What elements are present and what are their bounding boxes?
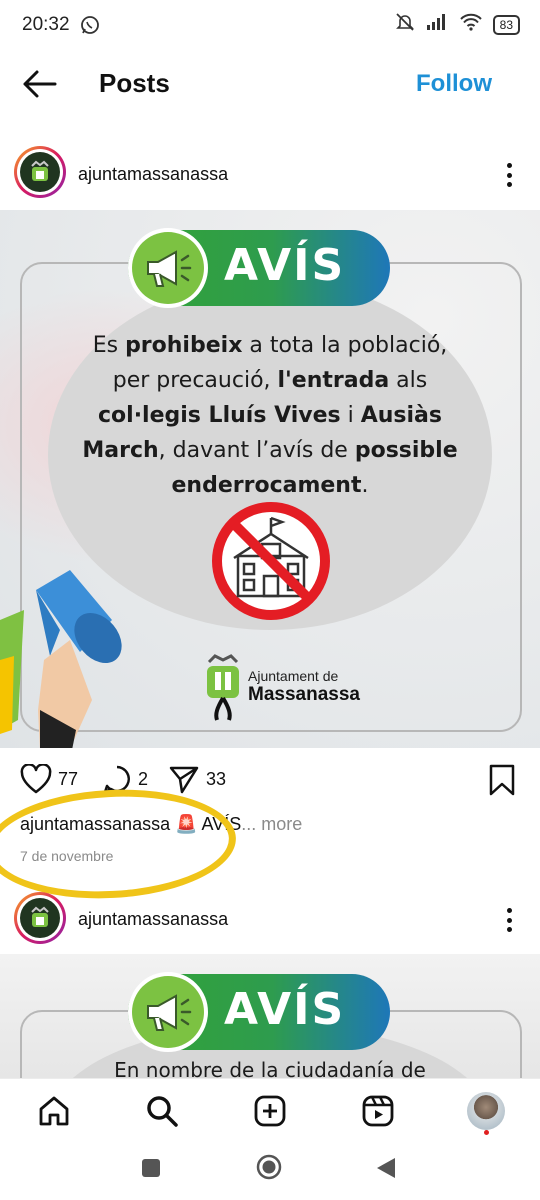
share-icon: [169, 766, 199, 794]
like-count: 77: [58, 768, 79, 789]
highlight-circle-annotation: [0, 783, 239, 905]
status-indicators: 83: [395, 12, 520, 37]
logo-line-1: Ajuntament de: [248, 668, 339, 684]
share-count: 33: [206, 768, 227, 789]
wifi-icon: [459, 13, 483, 36]
nav-home[interactable]: [34, 1091, 74, 1131]
back-system-button[interactable]: [375, 1156, 397, 1185]
recents-icon: [142, 1159, 160, 1177]
back-arrow-icon: [23, 70, 57, 98]
recents-button[interactable]: [141, 1158, 161, 1183]
post-username[interactable]: ajuntamassanassa: [78, 164, 228, 185]
create-icon: [254, 1095, 286, 1127]
reels-icon: [362, 1095, 394, 1127]
notice-segment: Es: [92, 333, 126, 358]
notice-banner-text: AVÍS: [224, 240, 346, 291]
crest-icon: [31, 160, 49, 181]
back-triangle-icon: [377, 1158, 395, 1178]
megaphone-icon: [147, 994, 192, 1031]
more-options-icon[interactable]: [499, 905, 519, 935]
notice-segment: .: [361, 473, 369, 498]
megaphone-badge: [128, 972, 208, 1052]
post-image[interactable]: AVÍS Es prohibeix a tota la població, pe…: [0, 210, 540, 748]
post-image[interactable]: AVÍS En nombre de la ciudadanía de: [0, 954, 540, 1078]
home-circle-icon: [256, 1154, 282, 1180]
comment-count: 2: [138, 768, 149, 789]
notice-segment: als: [389, 368, 428, 393]
megaphone-badge: [128, 228, 208, 308]
crest-icon: [31, 906, 49, 927]
hand-megaphone-icon: [0, 570, 122, 748]
system-nav-bar: [0, 1142, 540, 1200]
logo-line-2: Massanassa: [248, 684, 360, 705]
whatsapp-icon: [80, 15, 100, 40]
caption-more-link[interactable]: ... more: [241, 814, 302, 834]
no-entry-school-icon: [212, 502, 330, 620]
home-system-button[interactable]: [256, 1154, 282, 1185]
notice-banner-text: AVÍS: [224, 984, 346, 1035]
status-time: 20:32: [22, 14, 70, 35]
back-button[interactable]: [22, 64, 58, 104]
save-button[interactable]: [488, 764, 516, 796]
bookmark-icon: [489, 764, 515, 796]
post-username[interactable]: ajuntamassanassa: [78, 909, 228, 930]
notice-segment: prohibeix: [125, 333, 243, 358]
notice-segment: , davant l’avís de: [158, 438, 355, 463]
municipal-crest-icon: [207, 654, 239, 721]
page-title: Posts: [99, 68, 170, 98]
battery-indicator: 83: [492, 14, 520, 35]
nav-reels[interactable]: [358, 1091, 398, 1131]
notice-segment: i: [340, 403, 361, 428]
notice-text: En nombre de la ciudadanía de: [114, 1058, 426, 1078]
search-icon: [147, 1096, 178, 1127]
nav-profile[interactable]: [466, 1091, 506, 1131]
post-avatar[interactable]: [14, 146, 66, 198]
bottom-nav: [0, 1078, 540, 1142]
follow-button[interactable]: Follow: [416, 70, 492, 98]
megaphone-icon: [147, 250, 192, 287]
notice-text: Es prohibeix a tota la població, per pre…: [72, 328, 468, 503]
heart-icon: [20, 764, 52, 794]
signal-icon: [425, 13, 449, 36]
more-options-icon[interactable]: [499, 160, 519, 190]
notice-segment: l'entrada: [277, 368, 390, 393]
notice-segment: col·legis Lluís Vives: [98, 403, 341, 428]
mute-icon: [395, 12, 415, 37]
post-avatar[interactable]: [14, 892, 66, 944]
nav-create[interactable]: [250, 1091, 290, 1131]
home-icon: [39, 1096, 69, 1126]
nav-search[interactable]: [142, 1091, 182, 1131]
share-button[interactable]: 33: [168, 764, 226, 794]
notification-dot: [484, 1130, 489, 1135]
like-button[interactable]: 77: [20, 764, 78, 794]
profile-icon: [467, 1092, 505, 1130]
